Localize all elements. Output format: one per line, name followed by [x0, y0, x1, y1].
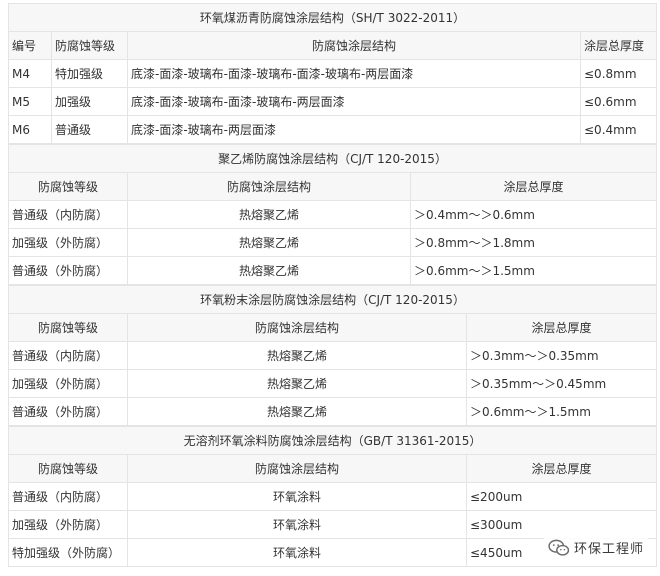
cell-structure: 环氧涂料 — [127, 510, 467, 539]
cell-structure: 热熔聚乙烯 — [127, 228, 411, 257]
cell-structure: 热熔聚乙烯 — [127, 341, 467, 370]
cell-thickness: ≤200um — [465, 482, 658, 511]
table-row: M5 加强级 底漆-面漆-玻璃布-面漆-玻璃布-两层面漆 ≤0.6mm — [8, 87, 657, 116]
table-row: 加强级（外防腐） 热熔聚乙烯 ＞0.8mm～＞1.8mm — [8, 228, 658, 257]
cell-grade: 普通级（内防腐） — [8, 482, 128, 511]
cell-thickness: ＞0.3mm～＞0.35mm — [465, 341, 658, 370]
table-polyethylene: 聚乙烯防腐蚀涂层结构（CJ/T 120-2015） 防腐蚀等级 防腐蚀涂层结构 … — [7, 144, 658, 285]
cell-grade: 普通级 — [51, 115, 128, 144]
cell-thickness: ＞0.35mm～＞0.45mm — [465, 369, 658, 398]
table-epoxy-coal-tar: 环氧煤沥青防腐蚀涂层结构（SH/T 3022-2011） 编号 防腐蚀等级 防腐… — [8, 3, 657, 144]
cell-thickness: ＞0.4mm～＞0.6mm — [409, 200, 658, 229]
cell-id: M5 — [8, 87, 52, 116]
col-header-grade: 防腐蚀等级 — [8, 172, 128, 201]
cell-grade: 普通级（内防腐） — [8, 200, 128, 229]
wechat-watermark: 环保工程师 — [543, 536, 648, 559]
cell-structure: 热熔聚乙烯 — [127, 397, 467, 426]
col-header-grade: 防腐蚀等级 — [8, 454, 128, 483]
table-row: 普通级（内防腐） 环氧涂料 ≤200um — [8, 482, 658, 511]
table-row: 普通级（外防腐） 热熔聚乙烯 ＞0.6mm～＞1.5mm — [8, 256, 658, 285]
cell-grade: 普通级（内防腐） — [8, 341, 128, 370]
col-header-thickness: 涂层总厚度 — [465, 313, 658, 342]
table-title: 聚乙烯防腐蚀涂层结构（CJ/T 120-2015） — [7, 144, 658, 173]
cell-id: M6 — [8, 115, 52, 144]
cell-structure: 热熔聚乙烯 — [127, 369, 467, 398]
table-row: M4 特加强级 底漆-面漆-玻璃布-面漆-玻璃布-面漆-玻璃布-两层面漆 ≤0.… — [8, 59, 657, 88]
col-header-id: 编号 — [8, 31, 52, 60]
cell-grade: 加强级 — [51, 87, 128, 116]
col-header-thickness: 涂层总厚度 — [409, 172, 658, 201]
cell-thickness: ≤0.4mm — [580, 115, 657, 144]
cell-thickness: ＞0.6mm～＞1.5mm — [465, 397, 658, 426]
col-header-thickness: 涂层总厚度 — [465, 454, 658, 483]
cell-structure: 底漆-面漆-玻璃布-面漆-玻璃布-面漆-玻璃布-两层面漆 — [127, 59, 581, 88]
col-header-grade: 防腐蚀等级 — [51, 31, 128, 60]
cell-grade: 加强级（外防腐） — [8, 369, 128, 398]
cell-structure: 热熔聚乙烯 — [127, 256, 411, 285]
cell-grade: 普通级（外防腐） — [8, 397, 128, 426]
cell-structure: 底漆-面漆-玻璃布-面漆-玻璃布-两层面漆 — [127, 87, 581, 116]
col-header-structure: 防腐蚀涂层结构 — [127, 454, 467, 483]
table-row: 加强级（外防腐） 环氧涂料 ≤300um — [8, 510, 658, 539]
table-row: 普通级（内防腐） 热熔聚乙烯 ＞0.3mm～＞0.35mm — [8, 341, 658, 370]
cell-structure: 环氧涂料 — [127, 538, 467, 567]
cell-structure: 热熔聚乙烯 — [127, 200, 411, 229]
cell-thickness: ＞0.6mm～＞1.5mm — [409, 256, 658, 285]
cell-thickness: ≤0.8mm — [580, 59, 657, 88]
cell-id: M4 — [8, 59, 52, 88]
col-header-structure: 防腐蚀涂层结构 — [127, 31, 581, 60]
table-title: 环氧煤沥青防腐蚀涂层结构（SH/T 3022-2011） — [8, 3, 657, 32]
col-header-structure: 防腐蚀涂层结构 — [127, 313, 467, 342]
cell-structure: 环氧涂料 — [127, 482, 467, 511]
cell-grade: 特加强级 — [51, 59, 128, 88]
table-row: 加强级（外防腐） 热熔聚乙烯 ＞0.35mm～＞0.45mm — [8, 369, 658, 398]
col-header-thickness: 涂层总厚度 — [580, 31, 657, 60]
table-epoxy-powder: 环氧粉末涂层防腐蚀涂层结构（CJ/T 120-2015） 防腐蚀等级 防腐蚀涂层… — [7, 285, 658, 426]
col-header-grade: 防腐蚀等级 — [8, 313, 128, 342]
cell-grade: 加强级（外防腐） — [8, 228, 128, 257]
table-row: 普通级（外防腐） 热熔聚乙烯 ＞0.6mm～＞1.5mm — [8, 397, 658, 426]
cell-grade: 特加强级（外防腐） — [8, 538, 128, 567]
watermark-text: 环保工程师 — [573, 542, 644, 557]
cell-thickness: ≤0.6mm — [580, 87, 657, 116]
cell-thickness: ＞0.8mm～＞1.8mm — [409, 228, 658, 257]
table-row: M6 普通级 底漆-面漆-玻璃布-两层面漆 ≤0.4mm — [8, 115, 657, 144]
cell-structure: 底漆-面漆-玻璃布-两层面漆 — [127, 115, 581, 144]
wechat-icon — [548, 539, 570, 556]
cell-thickness: ≤300um — [465, 510, 658, 539]
table-title: 无溶剂环氧涂料防腐蚀涂层结构（GB/T 31361-2015） — [7, 426, 658, 455]
table-row: 普通级（内防腐） 热熔聚乙烯 ＞0.4mm～＞0.6mm — [8, 200, 658, 229]
cell-grade: 加强级（外防腐） — [8, 510, 128, 539]
cell-grade: 普通级（外防腐） — [8, 256, 128, 285]
document: 环氧煤沥青防腐蚀涂层结构（SH/T 3022-2011） 编号 防腐蚀等级 防腐… — [7, 3, 658, 567]
col-header-structure: 防腐蚀涂层结构 — [127, 172, 411, 201]
table-title: 环氧粉末涂层防腐蚀涂层结构（CJ/T 120-2015） — [7, 285, 658, 314]
